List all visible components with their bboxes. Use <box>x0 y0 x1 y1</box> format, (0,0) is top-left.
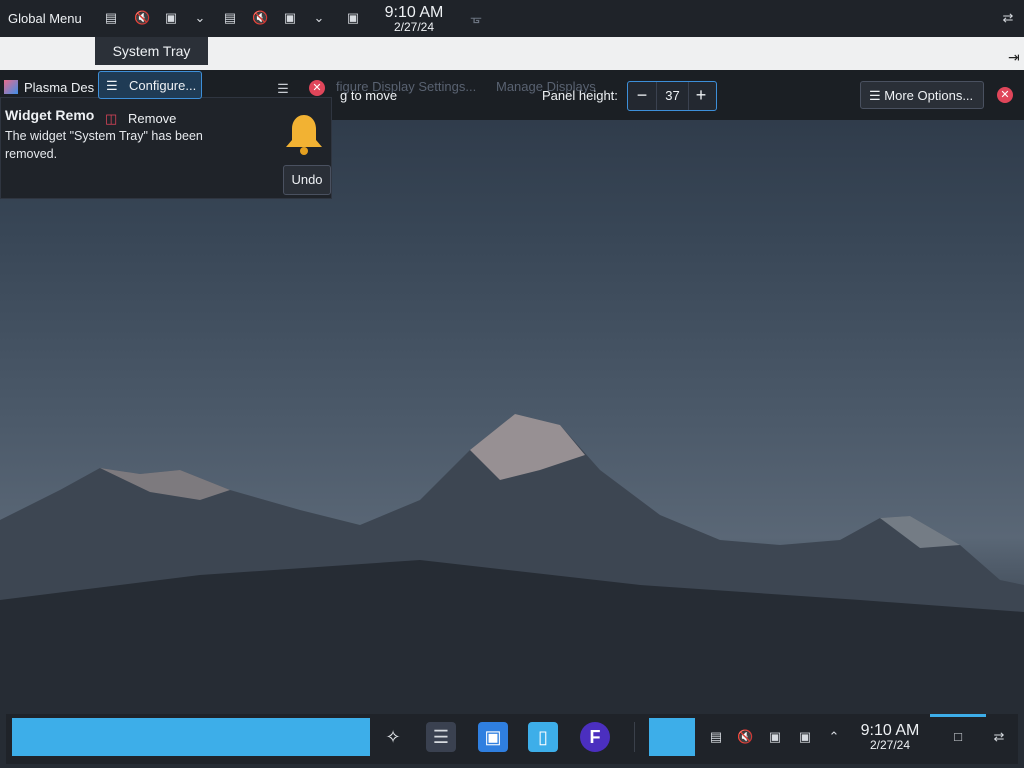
network-icon[interactable]: ▣ <box>163 10 179 26</box>
sliders-icon: ☰ <box>106 78 118 93</box>
bluetooth-icon[interactable]: ᚗ <box>468 10 484 26</box>
clock-date: 2/27/24 <box>869 738 911 752</box>
active-task-block[interactable] <box>649 718 695 756</box>
audio-muted-icon[interactable]: 🔇 <box>252 10 268 26</box>
task-manager-area[interactable] <box>12 718 370 756</box>
show-desktop-icon[interactable]: □ <box>950 729 966 745</box>
network-icon[interactable]: ▣ <box>797 729 813 745</box>
resize-arrow-icon[interactable]: ⇥ <box>1008 49 1024 65</box>
trash-icon: ◫ <box>105 111 118 126</box>
audio-muted-icon[interactable]: 🔇 <box>134 10 150 26</box>
clipboard-icon[interactable]: ▤ <box>222 10 238 26</box>
firefox-icon[interactable]: F <box>580 722 610 752</box>
bottom-panel: ✧ ☰ ▣ ▯ F ▤ 🔇 ▣ ▣ ⌃ 9:10 AM 2/27/24 □ ⇄ <box>6 714 1018 764</box>
clock-date: 2/27/24 <box>393 20 435 34</box>
file-manager-icon[interactable]: ▯ <box>528 722 558 752</box>
sliders-icon: ☰ <box>869 88 881 103</box>
separator <box>634 722 635 752</box>
undo-button[interactable]: Undo <box>283 165 331 195</box>
window-title: Plasma Des <box>4 80 94 95</box>
chevron-up-icon[interactable]: ⌃ <box>826 729 842 745</box>
clipboard-icon[interactable]: ▤ <box>708 729 724 745</box>
panel-settings-icon[interactable]: ⇄ <box>991 729 1007 745</box>
drag-hint: g to move <box>340 88 398 103</box>
clock-time: 9:10 AM <box>860 722 920 739</box>
increase-button[interactable]: + <box>687 82 715 110</box>
more-options-button[interactable]: ☰ More Options... <box>860 81 984 109</box>
digital-clock[interactable]: 9:10 AM 2/27/24 <box>855 722 925 752</box>
usb-icon[interactable]: ▣ <box>767 729 783 745</box>
global-menu-label[interactable]: Global Menu <box>8 11 82 26</box>
top-panel: Global Menu ▤ 🔇 ▣ ⌄ ▤ 🔇 ▣ ⌄ ▣ 9:10 AM 2/… <box>0 0 530 40</box>
network-icon[interactable]: ▣ <box>282 10 298 26</box>
close-icon[interactable]: ✕ <box>309 80 325 96</box>
discover-store-icon[interactable]: ▣ <box>478 722 508 752</box>
panel-height-value[interactable]: 37 <box>656 82 689 110</box>
clipboard-icon[interactable]: ▤ <box>103 10 119 26</box>
active-indicator <box>930 714 986 717</box>
chevron-down-icon[interactable]: ⌄ <box>311 10 327 26</box>
app-launcher-icon[interactable]: ✧ <box>378 722 408 752</box>
panel-height-label: Panel height: <box>542 88 618 103</box>
panel-height-spinbox[interactable]: − 37 + <box>627 81 717 111</box>
digital-clock[interactable]: 9:10 AM 2/27/24 <box>376 4 452 34</box>
plasma-logo-icon <box>4 80 18 94</box>
decrease-button[interactable]: − <box>628 82 656 110</box>
panel-settings-icon[interactable]: ⇄ <box>1000 10 1016 26</box>
clock-time: 9:10 AM <box>384 4 444 21</box>
close-edit-mode-icon[interactable]: ✕ <box>997 87 1013 103</box>
sliders-icon[interactable]: ☰ <box>275 81 291 97</box>
top-panel-right: ⇄ <box>530 0 1024 37</box>
audio-muted-icon[interactable]: 🔇 <box>737 729 753 745</box>
remove-menu-item[interactable]: ◫ Remove <box>98 105 202 133</box>
settings-app-icon[interactable]: ☰ <box>426 722 456 752</box>
system-tray-menu: System Tray ☰ Configure... ◫ Remove <box>95 37 208 137</box>
menu-header: System Tray <box>95 37 208 65</box>
network-icon[interactable]: ▣ <box>345 10 361 26</box>
bell-icon <box>286 115 322 155</box>
chevron-down-icon[interactable]: ⌄ <box>192 10 208 26</box>
configure-menu-item[interactable]: ☰ Configure... <box>98 71 202 99</box>
notification-title: Widget Remo <box>5 107 95 123</box>
